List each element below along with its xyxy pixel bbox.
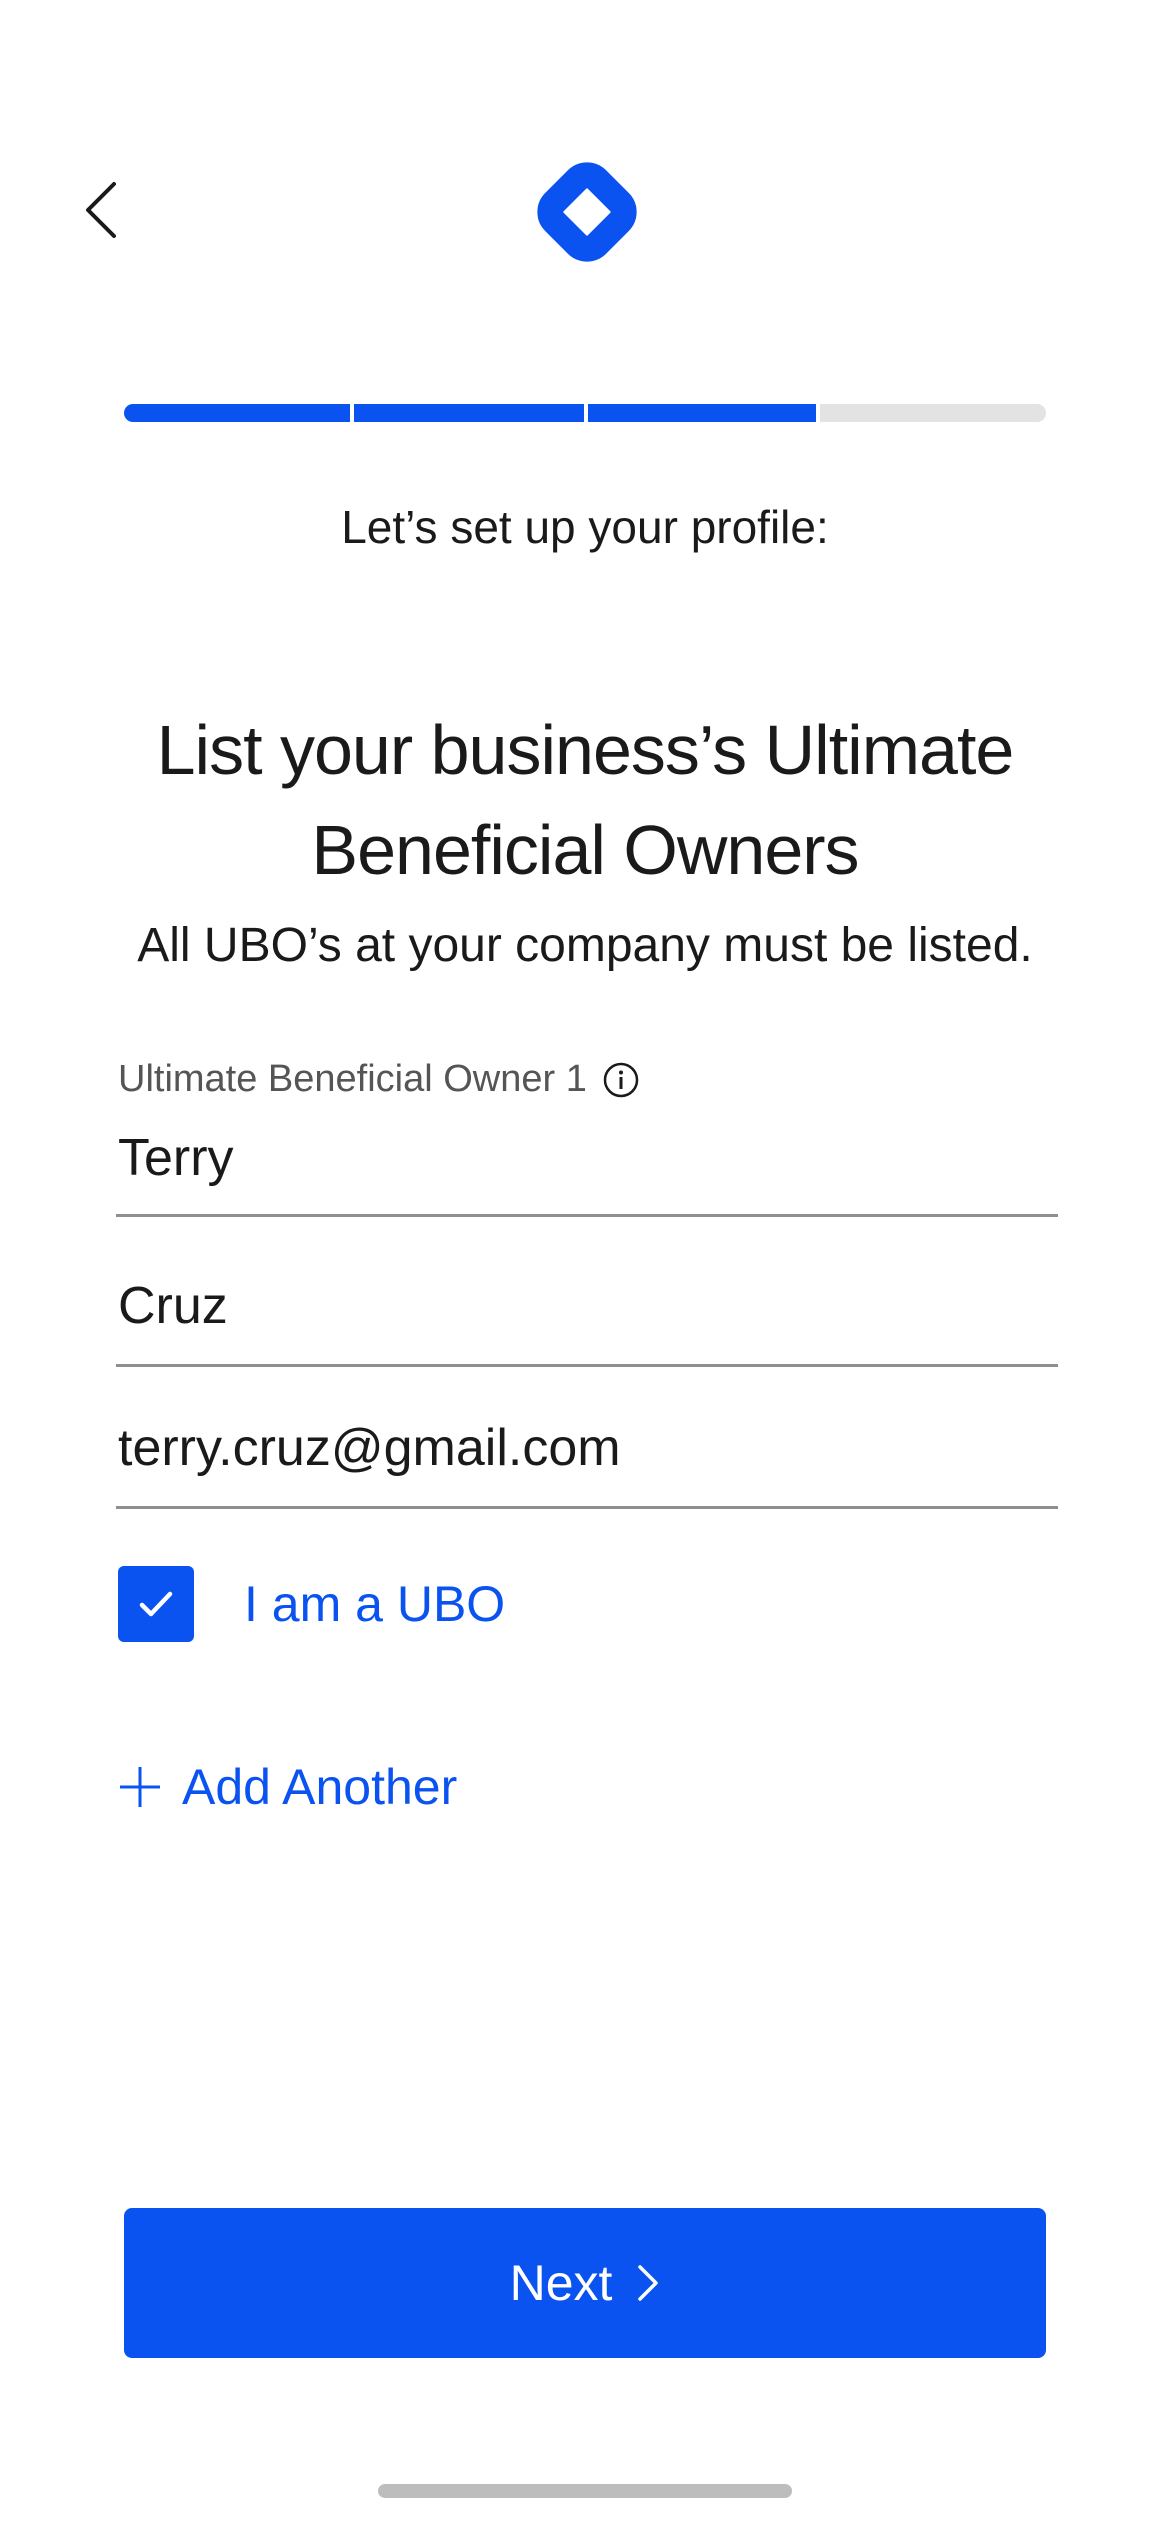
page-title: List your business’s Ultimate Beneficial…: [156, 711, 1015, 889]
email-field: [116, 1418, 1060, 1509]
ubo-checkbox-label[interactable]: I am a UBO: [244, 1575, 505, 1633]
ubo-checkbox[interactable]: [118, 1566, 194, 1642]
first-name-field: [116, 1128, 1060, 1217]
progress-segment-2: [354, 404, 584, 422]
last-name-field: [116, 1276, 1060, 1367]
next-button-label: Next: [509, 2255, 613, 2311]
progress-bar: [124, 404, 1046, 422]
email-input[interactable]: [116, 1418, 1060, 1478]
progress-segment-1: [124, 404, 350, 422]
ubo-checkbox-row[interactable]: I am a UBO: [118, 1566, 505, 1642]
progress-segment-4: [820, 404, 1046, 422]
progress-segment-3: [588, 404, 816, 422]
add-another-button[interactable]: Add Another: [118, 1758, 457, 1816]
add-another-label: Add Another: [182, 1759, 458, 1815]
next-button[interactable]: Next: [124, 2208, 1046, 2358]
first-name-input[interactable]: [116, 1128, 1060, 1188]
owner-label-text: Ultimate Beneficial Owner 1: [118, 1058, 587, 1100]
back-button[interactable]: [70, 170, 130, 250]
diamond-logo-icon: [535, 160, 639, 264]
step-label: Let’s set up your profile:: [341, 501, 829, 553]
last-name-input[interactable]: [116, 1276, 1060, 1336]
home-indicator: [378, 2484, 792, 2498]
checkmark-icon: [139, 1591, 173, 1617]
chevron-right-icon: [638, 2265, 659, 2301]
chevron-left-icon: [86, 182, 116, 238]
page-subtitle: All UBO’s at your company must be listed…: [137, 919, 1033, 972]
owner-label: Ultimate Beneficial Owner 1: [118, 1058, 641, 1101]
plus-icon: [120, 1767, 160, 1807]
info-icon[interactable]: [601, 1060, 641, 1100]
